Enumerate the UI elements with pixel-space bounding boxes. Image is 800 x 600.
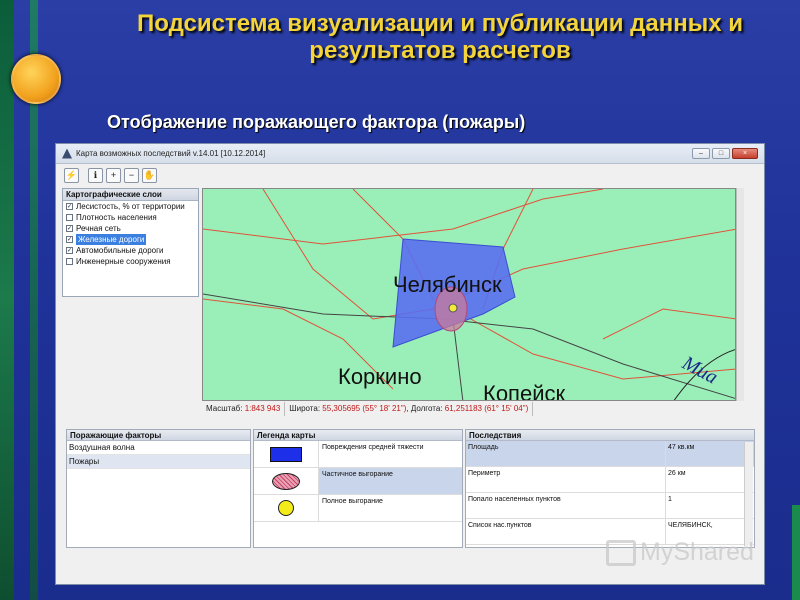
layer-checkbox[interactable]: ✓	[66, 236, 73, 243]
layer-item-roads[interactable]: ✓ Автомобильные дороги	[63, 245, 198, 256]
slide-subtitle: Отображение поражающего фактора (пожары)	[107, 112, 526, 132]
result-row-perimeter[interactable]: Периметр 26 км	[466, 467, 754, 493]
legend-panel: Легенда карты Повреждения средней тяжест…	[253, 429, 463, 548]
status-bar: Масштаб: 1:843 943 Широта: 55,305695 (55…	[202, 402, 736, 416]
layer-checkbox[interactable]: ✓	[66, 247, 73, 254]
layer-item-railways[interactable]: ✓ Железные дороги	[63, 234, 198, 245]
info-icon[interactable]: ℹ	[88, 168, 103, 183]
layer-item-forest[interactable]: ✓ Лесистость, % от территории	[63, 201, 198, 212]
result-row-settlements-count[interactable]: Попало населенных пунктов 1	[466, 493, 754, 519]
bottom-panels: Поражающие факторы Воздушная волна Пожар…	[66, 429, 756, 549]
result-row-area[interactable]: Площадь 47 кв.км	[466, 441, 754, 467]
layers-panel: Картографические слои ✓ Лесистость, % от …	[62, 188, 199, 297]
maximize-button[interactable]: □	[712, 148, 730, 159]
minimize-button[interactable]: –	[692, 148, 710, 159]
logo-badge	[11, 54, 61, 104]
factors-header: Поражающие факторы	[67, 430, 250, 441]
window-title: Карта возможных последствий v.14.01 [10.…	[76, 149, 266, 158]
layer-item-rivers[interactable]: ✓ Речная сеть	[63, 223, 198, 234]
factor-item-fires[interactable]: Пожары	[67, 455, 250, 469]
right-decor-strip	[792, 505, 800, 600]
map-label-chelyabinsk: Челябинск	[393, 272, 502, 297]
legend-item-full-burn: Полное выгорание	[254, 495, 462, 522]
map-canvas[interactable]: Челябинск Коркино Копейск Миа	[202, 188, 736, 401]
zoom-in-icon[interactable]: +	[106, 168, 121, 183]
yellow-circle-symbol	[278, 500, 294, 516]
results-panel: Последствия Площадь 47 кв.км Периметр 26…	[465, 429, 755, 548]
map-scrollbar[interactable]	[736, 188, 744, 401]
window-titlebar: Карта возможных последствий v.14.01 [10.…	[56, 144, 764, 164]
layer-item-population[interactable]: Плотность населения	[63, 212, 198, 223]
results-scrollbar[interactable]	[744, 442, 753, 546]
map-toolbar: ⚡ ℹ + − ✋	[64, 168, 157, 183]
layer-checkbox[interactable]	[66, 258, 73, 265]
legend-item-partial-burn: Частичное выгорание	[254, 468, 462, 495]
hand-icon[interactable]: ✋	[142, 168, 157, 183]
window-controls: – □ ×	[692, 148, 758, 159]
map-label-korkino: Коркино	[338, 364, 422, 389]
factors-panel: Поражающие факторы Воздушная волна Пожар…	[66, 429, 251, 548]
layer-item-engineering[interactable]: Инженерные сооружения	[63, 256, 198, 267]
scale-readout: Масштаб: 1:843 943	[202, 402, 286, 416]
watermark: MyShared	[606, 538, 754, 567]
left-decor-strip	[0, 0, 14, 600]
layers-header: Картографические слои	[63, 189, 198, 201]
legend-header: Легенда карты	[254, 430, 462, 441]
full-burn-zone	[448, 303, 458, 313]
app-icon	[62, 148, 72, 159]
coord-readout: Широта: 55,305695 (55° 18' 21"), Долгота…	[285, 402, 534, 416]
lightning-icon[interactable]: ⚡	[64, 168, 79, 183]
watermark-icon	[606, 539, 636, 566]
results-header: Последствия	[466, 430, 754, 441]
layer-checkbox[interactable]: ✓	[66, 203, 73, 210]
slide-title: Подсистема визуализации и публикации дан…	[137, 10, 743, 64]
map-drawing: Челябинск Коркино Копейск Миа	[203, 189, 735, 401]
zoom-out-icon[interactable]: −	[124, 168, 139, 183]
factor-item-blast[interactable]: Воздушная волна	[67, 441, 250, 455]
hatched-ellipse-symbol	[272, 472, 300, 490]
layer-checkbox[interactable]: ✓	[66, 225, 73, 232]
legend-item-medium-damage: Повреждения средней тяжести	[254, 441, 462, 468]
blue-rect-symbol	[270, 446, 302, 462]
layer-checkbox[interactable]	[66, 214, 73, 221]
app-window: Карта возможных последствий v.14.01 [10.…	[55, 143, 765, 585]
map-label-kopeysk: Копейск	[483, 381, 565, 401]
close-button[interactable]: ×	[732, 148, 758, 159]
